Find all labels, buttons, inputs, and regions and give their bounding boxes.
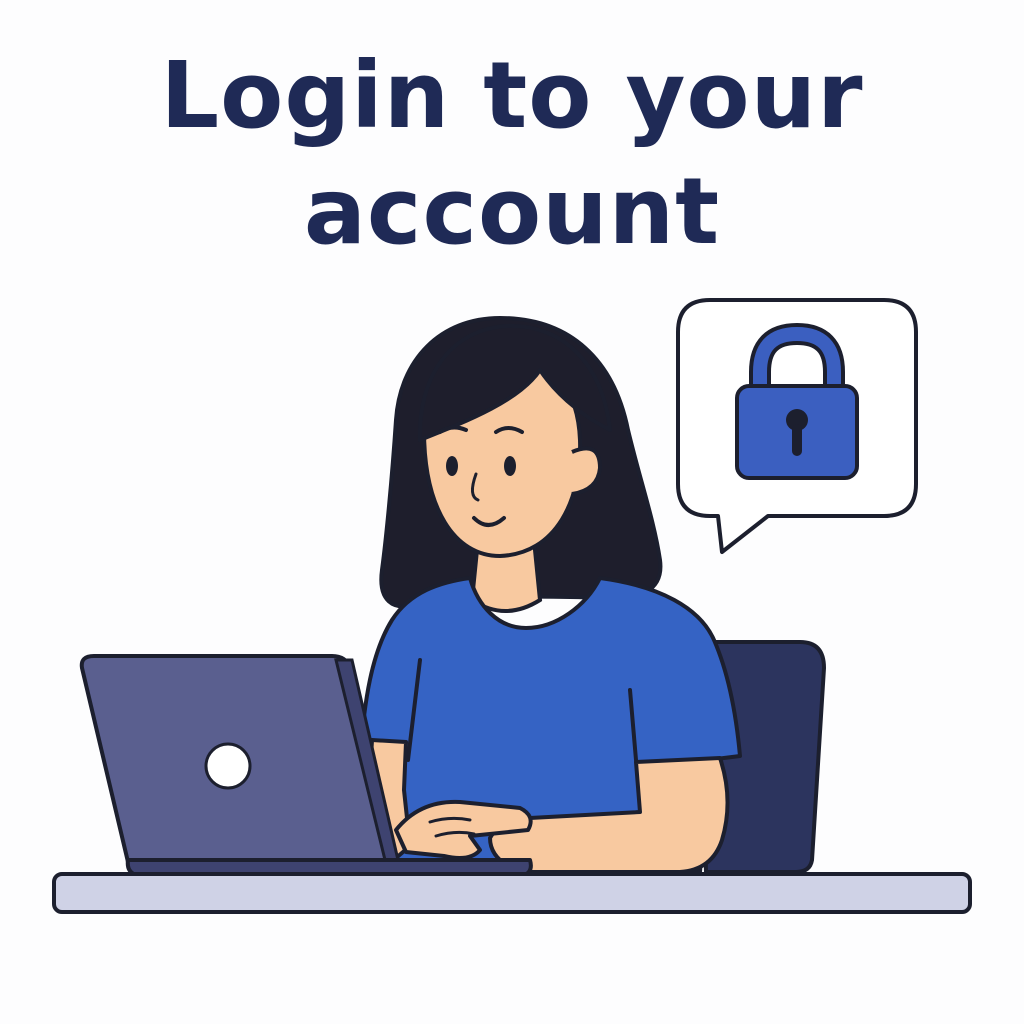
login-illustration-page: Login to your account [0, 0, 1024, 1024]
laptop-logo-icon [204, 742, 252, 790]
desk [52, 872, 972, 914]
login-illustration [52, 298, 972, 914]
